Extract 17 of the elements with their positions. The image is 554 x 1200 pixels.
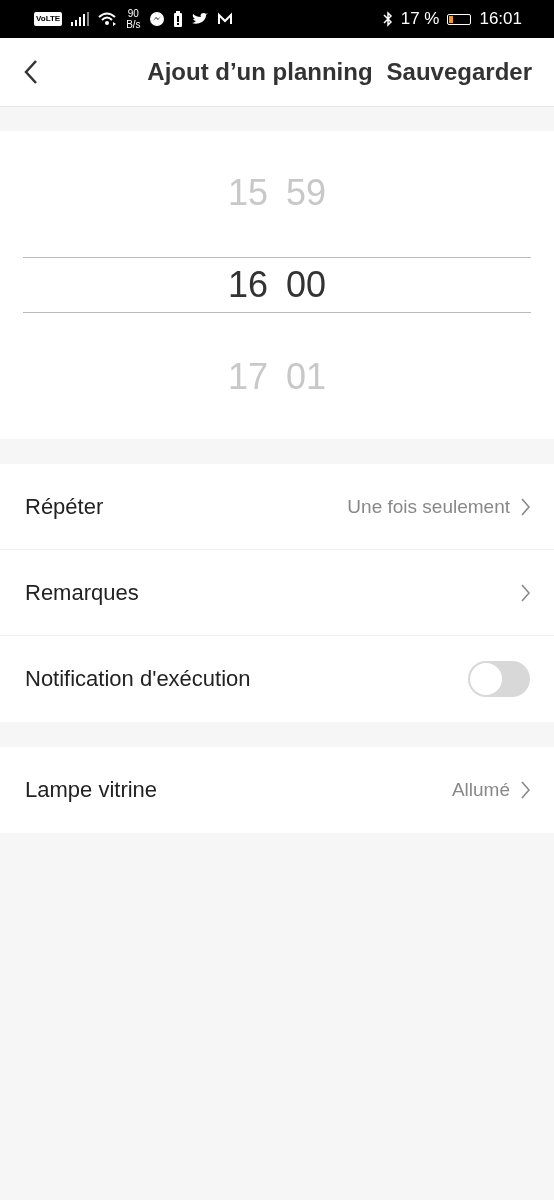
network-speed: 90 B/s (126, 8, 141, 30)
network-badge: VoLTE (34, 12, 63, 26)
minute-option[interactable]: 00 (286, 239, 327, 331)
row-label: Lampe vitrine (25, 777, 158, 803)
row-label: Remarques (25, 579, 139, 606)
row-label: Notification d'exécution (25, 666, 251, 692)
hour-option[interactable]: 16 (227, 239, 268, 331)
settings-row[interactable]: Répéter Une fois seulement (0, 464, 554, 550)
settings-row[interactable]: Lampe vitrine Allumé (0, 747, 554, 833)
battery-percent: 17 % (400, 9, 440, 29)
page-title: Ajout d’un planning (147, 58, 373, 86)
row-value: Allumé (451, 779, 510, 801)
save-button[interactable]: Sauvegarder (386, 58, 532, 86)
row-value: Une fois seulement (347, 495, 510, 518)
clock: 16:01 (479, 9, 522, 29)
settings-row[interactable]: Remarques (0, 550, 554, 636)
row-label: Répéter (25, 493, 104, 520)
